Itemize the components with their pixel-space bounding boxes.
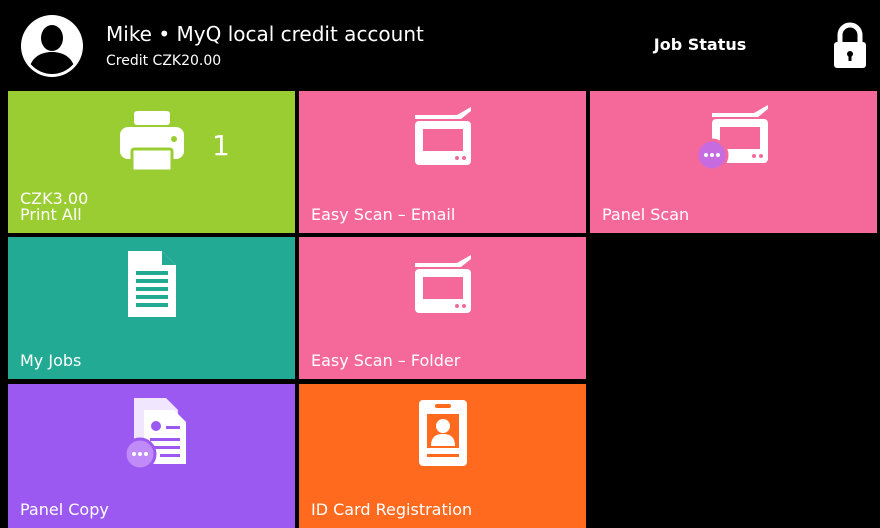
scanner-icon xyxy=(415,107,471,165)
job-status-button[interactable]: Job Status xyxy=(600,34,800,56)
account-name: Mike • MyQ local credit account xyxy=(106,22,424,46)
tile-label: Easy Scan – Email xyxy=(311,205,456,224)
scanner-more-icon xyxy=(695,105,768,172)
tile-label: Print All xyxy=(20,205,82,224)
lock-icon[interactable] xyxy=(832,22,868,70)
tile-panel-scan[interactable]: Panel Scan xyxy=(590,91,877,233)
user-avatar-icon xyxy=(21,15,83,77)
scanner-icon xyxy=(415,255,471,313)
tile-easy-scan-email[interactable]: Easy Scan – Email xyxy=(299,91,586,233)
document-icon xyxy=(128,251,176,317)
id-card-icon xyxy=(419,400,467,466)
print-job-count: 1 xyxy=(212,129,230,162)
tile-label: Panel Scan xyxy=(602,205,690,224)
tile-panel-copy[interactable]: Panel Copy xyxy=(8,384,295,528)
copy-more-icon xyxy=(123,398,186,470)
printer-icon xyxy=(120,111,184,173)
tile-label: Panel Copy xyxy=(20,500,109,519)
tile-label: Easy Scan – Folder xyxy=(311,351,461,370)
tile-id-card-registration[interactable]: ID Card Registration xyxy=(299,384,586,528)
top-bar: Mike • MyQ local credit account Credit C… xyxy=(0,0,880,88)
tile-print-all[interactable]: 1 CZK3.00 Print All xyxy=(8,91,295,233)
tile-label: My Jobs xyxy=(20,351,82,370)
credit-balance: Credit CZK20.00 xyxy=(106,53,222,69)
tile-label: ID Card Registration xyxy=(311,500,473,519)
tile-my-jobs[interactable]: My Jobs xyxy=(8,237,295,379)
tile-easy-scan-folder[interactable]: Easy Scan – Folder xyxy=(299,237,586,379)
